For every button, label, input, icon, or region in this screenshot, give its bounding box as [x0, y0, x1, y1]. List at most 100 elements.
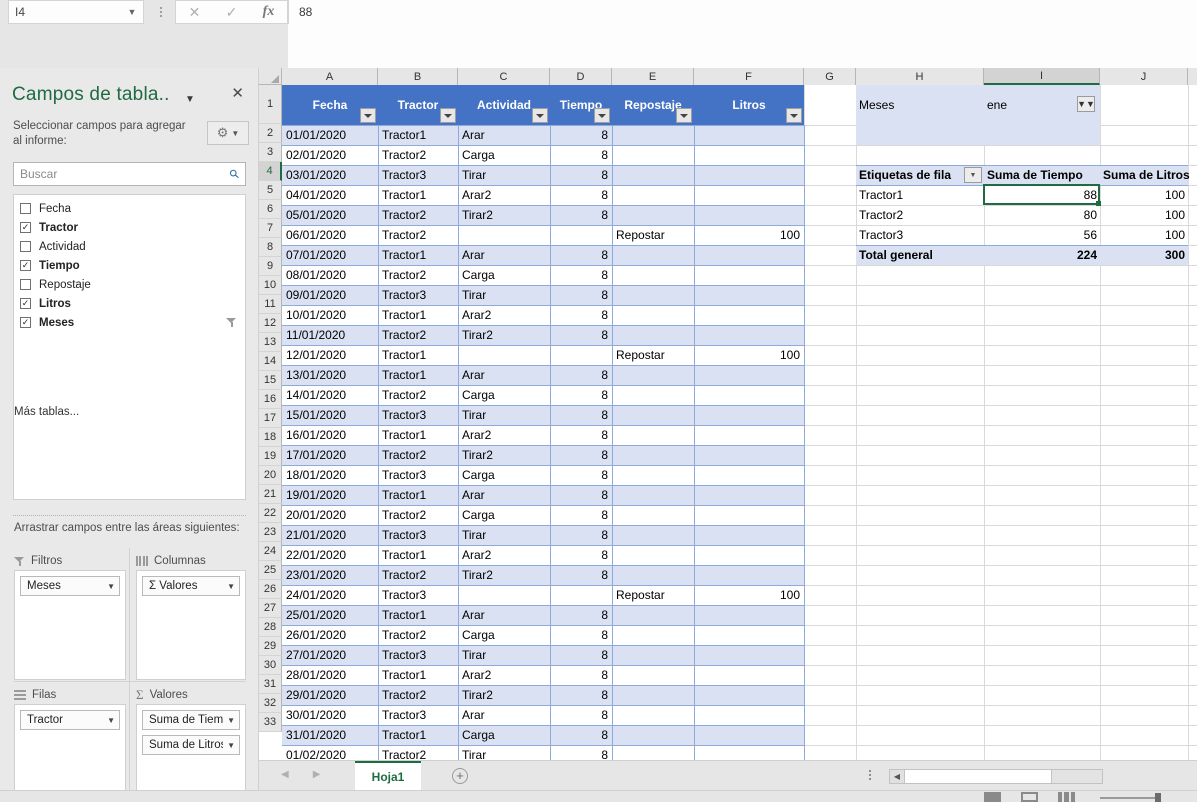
- pivot-value-litros-tractor1[interactable]: 100: [1100, 185, 1188, 205]
- cell-A4[interactable]: 03/01/2020: [282, 165, 378, 185]
- cell-B12[interactable]: Tractor2: [378, 325, 458, 345]
- cell-A23[interactable]: 22/01/2020: [282, 545, 378, 565]
- cell-B29[interactable]: Tractor1: [378, 665, 458, 685]
- confirm-icon[interactable]: ✓: [213, 1, 250, 23]
- cell-B22[interactable]: Tractor3: [378, 525, 458, 545]
- column-header-A[interactable]: A: [282, 68, 378, 85]
- field-item-tractor[interactable]: ✓ Tractor: [14, 218, 245, 237]
- cell-B6[interactable]: Tractor2: [378, 205, 458, 225]
- cell-B17[interactable]: Tractor1: [378, 425, 458, 445]
- chevron-down-icon[interactable]: ▼: [103, 716, 115, 725]
- cell-D12[interactable]: 8: [550, 325, 612, 345]
- cell-B24[interactable]: Tractor2: [378, 565, 458, 585]
- cell-A17[interactable]: 16/01/2020: [282, 425, 378, 445]
- formula-input[interactable]: 88: [288, 0, 1197, 24]
- row-header-19[interactable]: 19: [259, 447, 282, 466]
- cell-C3[interactable]: Carga: [458, 145, 550, 165]
- column-header-C[interactable]: C: [458, 68, 550, 85]
- insert-function-icon[interactable]: fx: [250, 1, 287, 23]
- cell-B3[interactable]: Tractor2: [378, 145, 458, 165]
- filter-dropdown-icon[interactable]: [594, 108, 610, 123]
- cell-C15[interactable]: Carga: [458, 385, 550, 405]
- cell-A25[interactable]: 24/01/2020: [282, 585, 378, 605]
- add-sheet-icon[interactable]: +: [452, 768, 468, 784]
- close-icon[interactable]: ✕: [231, 86, 244, 101]
- cell-A29[interactable]: 28/01/2020: [282, 665, 378, 685]
- row-header-26[interactable]: 26: [259, 580, 282, 599]
- cell-C2[interactable]: Arar: [458, 125, 550, 145]
- column-header-I[interactable]: I: [984, 68, 1100, 85]
- cell-C19[interactable]: Carga: [458, 465, 550, 485]
- cell-D16[interactable]: 8: [550, 405, 612, 425]
- chevron-down-icon[interactable]: ▼: [223, 741, 235, 750]
- cell-B31[interactable]: Tractor3: [378, 705, 458, 725]
- cell-E7[interactable]: Repostar: [612, 225, 694, 245]
- cell-B4[interactable]: Tractor3: [378, 165, 458, 185]
- cell-C32[interactable]: Carga: [458, 725, 550, 745]
- checkbox-box[interactable]: ✓: [20, 222, 31, 233]
- row-header-5[interactable]: 5: [259, 181, 282, 200]
- table-header-actividad[interactable]: Actividad: [458, 85, 550, 125]
- cell-D24[interactable]: 8: [550, 565, 612, 585]
- cell-B27[interactable]: Tractor2: [378, 625, 458, 645]
- zoom-slider[interactable]: [1100, 793, 1190, 802]
- formula-bar-grip[interactable]: [155, 3, 167, 21]
- cell-A30[interactable]: 29/01/2020: [282, 685, 378, 705]
- row-header-3[interactable]: 3: [259, 143, 282, 162]
- row-header-32[interactable]: 32: [259, 694, 282, 713]
- cell-A9[interactable]: 08/01/2020: [282, 265, 378, 285]
- checkbox-box[interactable]: [20, 241, 31, 252]
- page-break-icon[interactable]: [1058, 792, 1075, 802]
- table-header-fecha[interactable]: Fecha: [282, 85, 378, 125]
- search-input[interactable]: [20, 167, 231, 181]
- cell-B5[interactable]: Tractor1: [378, 185, 458, 205]
- cell-D23[interactable]: 8: [550, 545, 612, 565]
- row-header-10[interactable]: 10: [259, 276, 282, 295]
- cell-D32[interactable]: 8: [550, 725, 612, 745]
- cell-A6[interactable]: 05/01/2020: [282, 205, 378, 225]
- cell-A32[interactable]: 31/01/2020: [282, 725, 378, 745]
- cell-A16[interactable]: 15/01/2020: [282, 405, 378, 425]
- cell-B13[interactable]: Tractor1: [378, 345, 458, 365]
- cell-D9[interactable]: 8: [550, 265, 612, 285]
- column-header-D[interactable]: D: [550, 68, 612, 85]
- cell-D21[interactable]: 8: [550, 505, 612, 525]
- cell-C27[interactable]: Carga: [458, 625, 550, 645]
- cell-C33[interactable]: Tirar: [458, 745, 550, 760]
- checkbox-box[interactable]: ✓: [20, 260, 31, 271]
- cell-A31[interactable]: 30/01/2020: [282, 705, 378, 725]
- cell-A12[interactable]: 11/01/2020: [282, 325, 378, 345]
- panel-menu-chevron-icon[interactable]: ▼: [185, 94, 195, 105]
- cell-B25[interactable]: Tractor3: [378, 585, 458, 605]
- name-box[interactable]: I4 ▼: [8, 0, 144, 24]
- row-header-23[interactable]: 23: [259, 523, 282, 542]
- cell-A28[interactable]: 27/01/2020: [282, 645, 378, 665]
- column-header-J[interactable]: J: [1100, 68, 1188, 85]
- select-all-corner[interactable]: [259, 68, 282, 85]
- cell-D19[interactable]: 8: [550, 465, 612, 485]
- chevron-down-icon[interactable]: ▼: [103, 582, 115, 591]
- row-header-17[interactable]: 17: [259, 409, 282, 428]
- cell-D26[interactable]: 8: [550, 605, 612, 625]
- cell-B15[interactable]: Tractor2: [378, 385, 458, 405]
- table-header-repostaje[interactable]: Repostaje: [612, 85, 694, 125]
- scrollbar-thumb[interactable]: [904, 770, 1052, 783]
- checkbox-box[interactable]: ✓: [20, 317, 31, 328]
- cell-C11[interactable]: Arar2: [458, 305, 550, 325]
- cell-A7[interactable]: 06/01/2020: [282, 225, 378, 245]
- field-item-actividad[interactable]: Actividad: [14, 237, 245, 256]
- cell-F25[interactable]: 100: [694, 585, 804, 605]
- row-header-11[interactable]: 11: [259, 295, 282, 314]
- cell-C24[interactable]: Tirar2: [458, 565, 550, 585]
- checkbox-box[interactable]: [20, 203, 31, 214]
- cell-F7[interactable]: 100: [694, 225, 804, 245]
- row-header-1[interactable]: 1: [259, 85, 282, 124]
- panel-settings-button[interactable]: ⚙ ▼: [207, 121, 249, 145]
- cell-C8[interactable]: Arar: [458, 245, 550, 265]
- cell-D10[interactable]: 8: [550, 285, 612, 305]
- cell-A14[interactable]: 13/01/2020: [282, 365, 378, 385]
- cell-B23[interactable]: Tractor1: [378, 545, 458, 565]
- row-header-7[interactable]: 7: [259, 219, 282, 238]
- cell-A18[interactable]: 17/01/2020: [282, 445, 378, 465]
- cell-B2[interactable]: Tractor1: [378, 125, 458, 145]
